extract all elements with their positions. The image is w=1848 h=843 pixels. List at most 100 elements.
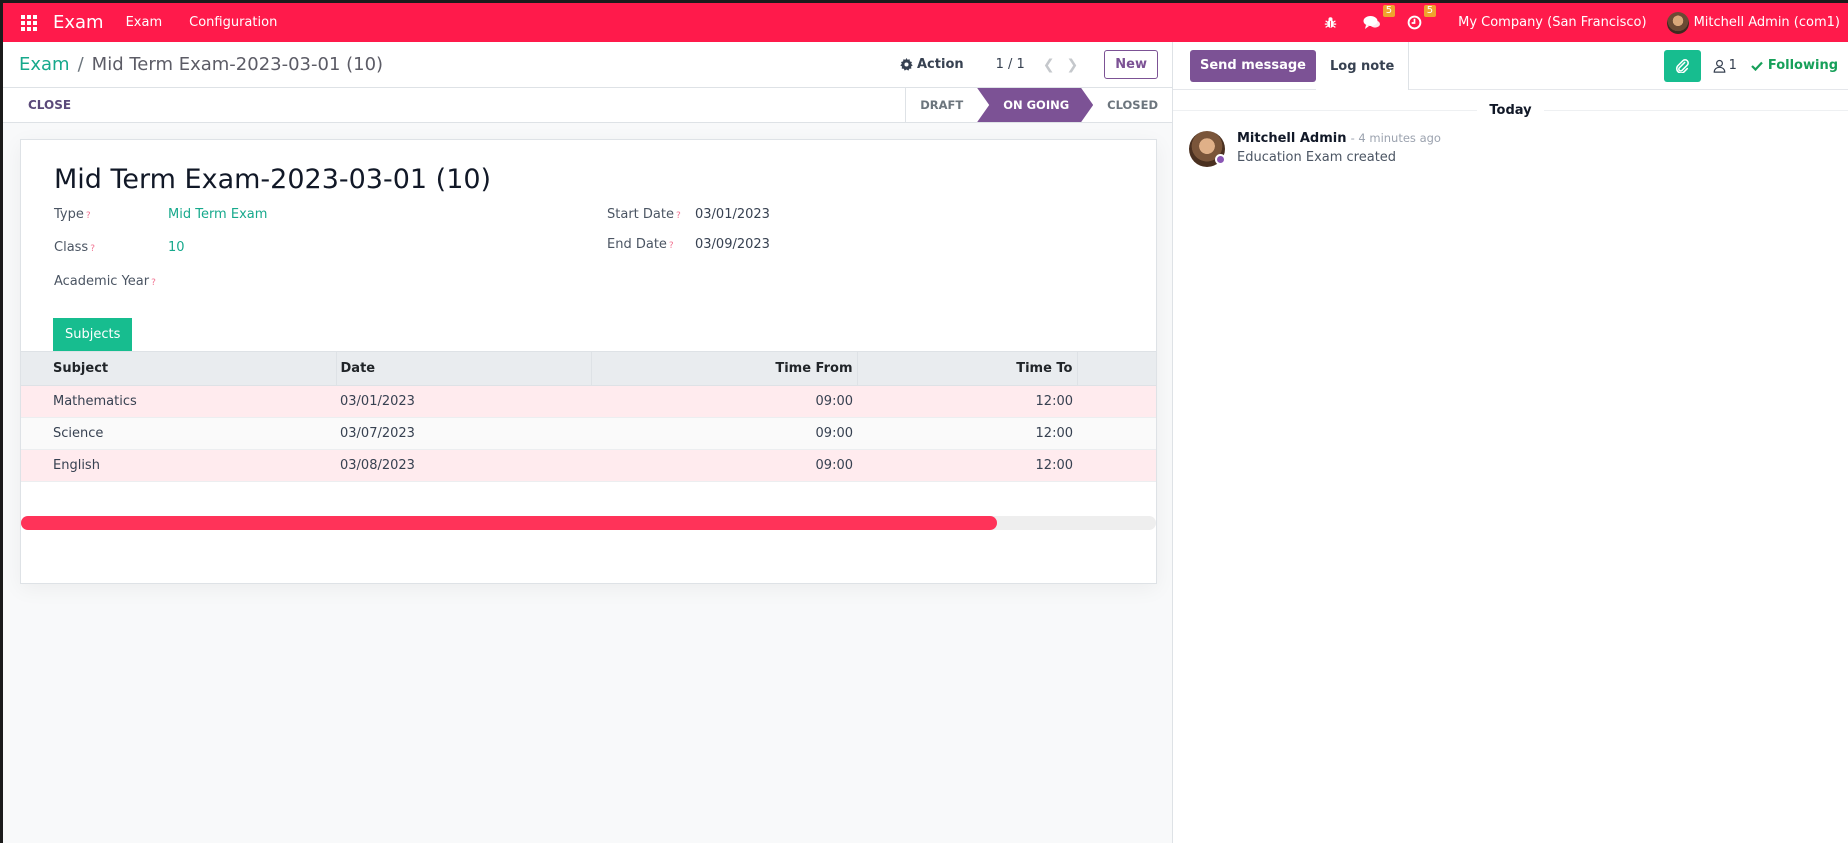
cell-subject[interactable]: Mathematics — [21, 385, 336, 418]
type-label: Type — [54, 207, 84, 222]
start-date-help-icon[interactable]: ? — [676, 211, 681, 221]
table-row[interactable]: Science 03/07/2023 09:00 12:00 — [21, 417, 1156, 450]
end-date-help-icon[interactable]: ? — [669, 241, 674, 251]
form-view: Exam / Mid Term Exam-2023-03-01 (10) Act… — [3, 42, 1173, 843]
cell-time-from[interactable]: 09:00 — [591, 449, 857, 482]
class-label: Class — [54, 240, 89, 255]
breadcrumb: Exam / Mid Term Exam-2023-03-01 (10) — [19, 54, 383, 75]
subjects-table: Subject Date Time From Time To Mathemati… — [21, 351, 1156, 482]
field-start-date: Start Date? 03/01/2023 — [607, 207, 770, 222]
app-brand[interactable]: Exam — [53, 12, 104, 33]
type-help-icon[interactable]: ? — [86, 211, 91, 221]
field-end-date: End Date? 03/09/2023 — [607, 237, 770, 252]
column-header-time-to[interactable]: Time To — [857, 351, 1078, 386]
activities-button[interactable]: 5 — [1407, 5, 1437, 30]
column-header-time-from[interactable]: Time From — [591, 351, 858, 386]
field-class: Class? 10 — [54, 240, 185, 255]
chatter-topbar: Send message Log note 1 Following — [1173, 42, 1848, 90]
status-step-draft[interactable]: DRAFT — [906, 88, 977, 122]
message-author-avatar[interactable] — [1189, 131, 1226, 167]
messages-button[interactable]: 5 — [1363, 5, 1396, 30]
column-header-subject[interactable]: Subject — [21, 351, 337, 386]
form-sheet: Mid Term Exam-2023-03-01 (10) Type? Mid … — [20, 139, 1157, 584]
table-row[interactable]: Mathematics 03/01/2023 09:00 12:00 — [21, 385, 1156, 418]
cell-date[interactable]: 03/01/2023 — [336, 385, 591, 418]
field-type: Type? Mid Term Exam — [54, 207, 267, 222]
pager-next-icon[interactable]: ❯ — [1067, 57, 1079, 73]
presence-status-icon — [1215, 154, 1226, 165]
clock-icon — [1407, 15, 1422, 30]
cell-time-to[interactable]: 12:00 — [857, 385, 1077, 418]
field-academic-year: Academic Year? — [54, 274, 156, 289]
menu-configuration[interactable]: Configuration — [189, 15, 277, 30]
user-icon — [1713, 59, 1725, 73]
action-label: Action — [917, 57, 964, 72]
chatter-message: Mitchell Admin - 4 minutes ago Education… — [1173, 125, 1848, 167]
debug-button[interactable] — [1324, 16, 1337, 29]
activities-count-badge: 5 — [1423, 5, 1437, 17]
company-switcher[interactable]: My Company (San Francisco) — [1458, 15, 1646, 30]
paperclip-icon — [1676, 58, 1689, 73]
table-row[interactable]: English 03/08/2023 09:00 12:00 — [21, 449, 1156, 482]
user-menu[interactable]: Mitchell Admin (com1) — [1666, 11, 1840, 34]
column-header-date[interactable]: Date — [336, 351, 592, 386]
cell-time-from[interactable]: 09:00 — [591, 417, 857, 450]
column-header-spacer — [1077, 351, 1156, 386]
breadcrumb-parent-link[interactable]: Exam — [19, 54, 70, 75]
log-note-button[interactable]: Log note — [1316, 42, 1410, 90]
message-date: - 4 minutes ago — [1350, 131, 1441, 145]
breadcrumb-current: Mid Term Exam-2023-03-01 (10) — [91, 54, 384, 75]
menu-exam[interactable]: Exam — [126, 15, 163, 30]
class-value-link[interactable]: 10 — [168, 240, 185, 255]
close-exam-button[interactable]: CLOSE — [28, 98, 71, 112]
cell-subject[interactable]: Science — [21, 417, 336, 450]
send-message-button[interactable]: Send message — [1190, 49, 1316, 82]
following-label: Following — [1767, 58, 1838, 73]
app-menu-grid-icon[interactable] — [21, 14, 37, 31]
status-step-closed[interactable]: CLOSED — [1093, 88, 1172, 122]
breadcrumb-separator: / — [77, 54, 84, 75]
day-separator-label: Today — [1477, 102, 1544, 118]
following-button[interactable]: Following — [1751, 58, 1838, 73]
pager-previous-icon[interactable]: ❮ — [1043, 57, 1055, 73]
followers-button[interactable]: 1 — [1713, 58, 1737, 73]
check-icon — [1751, 61, 1763, 71]
user-name: Mitchell Admin (com1) — [1693, 15, 1840, 30]
academic-year-label: Academic Year — [54, 274, 150, 289]
chatter-panel: Send message Log note 1 Following Today — [1173, 42, 1848, 843]
status-steps: DRAFT ON GOING CLOSED — [905, 88, 1172, 122]
end-date-value[interactable]: 03/09/2023 — [695, 237, 770, 252]
top-navbar: Exam Exam Configuration 5 5 My Company (… — [3, 3, 1848, 42]
action-menu-button[interactable]: Action — [900, 57, 964, 72]
cell-subject[interactable]: English — [21, 449, 336, 482]
start-date-value[interactable]: 03/01/2023 — [695, 207, 770, 222]
cell-time-from[interactable]: 09:00 — [591, 385, 857, 418]
new-record-button[interactable]: New — [1104, 50, 1158, 79]
user-avatar — [1666, 11, 1689, 34]
message-body: Education Exam created — [1237, 150, 1397, 165]
cell-date[interactable]: 03/07/2023 — [336, 417, 591, 450]
cell-spacer — [1077, 449, 1156, 482]
tab-subjects[interactable]: Subjects — [53, 318, 133, 351]
cell-time-to[interactable]: 12:00 — [857, 449, 1077, 482]
control-panel: Exam / Mid Term Exam-2023-03-01 (10) Act… — [3, 42, 1172, 88]
attachment-button[interactable] — [1663, 49, 1701, 82]
cell-date[interactable]: 03/08/2023 — [336, 449, 591, 482]
end-date-label: End Date — [607, 237, 667, 252]
type-value-link[interactable]: Mid Term Exam — [168, 207, 267, 222]
cell-spacer — [1077, 417, 1156, 450]
table-header-row: Subject Date Time From Time To — [21, 351, 1156, 386]
app-window: Exam Exam Configuration 5 5 My Company (… — [3, 3, 1848, 843]
status-bar: CLOSE DRAFT ON GOING CLOSED — [3, 88, 1172, 123]
horizontal-scrollbar-thumb[interactable] — [21, 516, 998, 530]
followers-count: 1 — [1728, 58, 1737, 73]
horizontal-scrollbar[interactable] — [21, 516, 1156, 530]
message-author[interactable]: Mitchell Admin — [1237, 131, 1346, 146]
bug-icon — [1324, 17, 1337, 28]
status-step-ongoing[interactable]: ON GOING — [977, 88, 1093, 122]
cell-time-to[interactable]: 12:00 — [857, 417, 1077, 450]
class-help-icon[interactable]: ? — [90, 244, 95, 254]
academic-year-help-icon[interactable]: ? — [151, 278, 156, 288]
pager-value[interactable]: 1 / 1 — [996, 57, 1025, 72]
record-title: Mid Term Exam-2023-03-01 (10) — [54, 164, 492, 195]
